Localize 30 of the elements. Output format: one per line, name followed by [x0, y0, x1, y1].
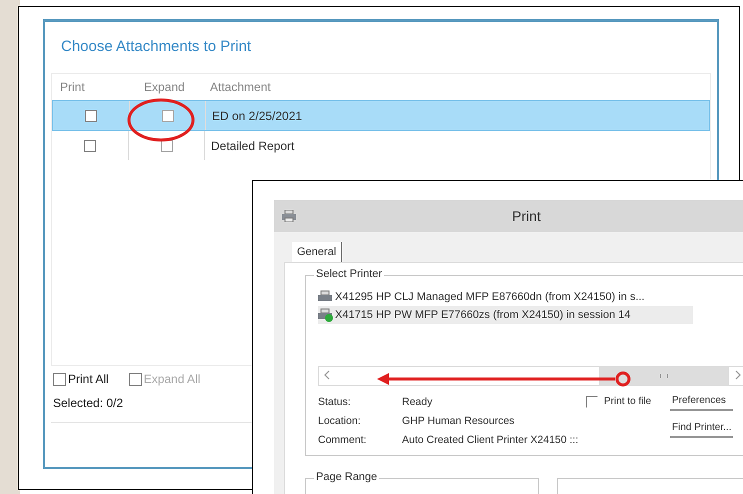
- print-checkbox[interactable]: [84, 140, 96, 152]
- horizontal-scrollbar[interactable]: [318, 366, 743, 386]
- table-row[interactable]: Detailed Report: [52, 131, 710, 160]
- group-label: Page Range: [314, 471, 380, 483]
- column-header: Print: [59, 80, 86, 94]
- expand-checkbox[interactable]: [162, 110, 174, 122]
- field-value: Ready: [402, 396, 432, 408]
- checkbox-option[interactable]: Print All: [53, 372, 109, 386]
- field-value: Auto Created Client Printer X24150 :::: [402, 434, 578, 446]
- dialog-title: Choose Attachments to Print: [60, 37, 252, 57]
- window-title: Print: [512, 208, 541, 224]
- circle-annotation: [126, 97, 196, 143]
- checkbox-label: Print to file: [604, 396, 652, 407]
- field-label: Status:: [318, 396, 352, 408]
- printer-list[interactable]: X41295 HP CLJ Managed MFP E87660dn (from X24150) in s... X41715 HP PW MFP E77660zs (from X24150) in session 14: [318, 288, 743, 386]
- print-checkbox[interactable]: [85, 110, 97, 122]
- printer-item[interactable]: X41715 HP PW MFP E77660zs (from X24150) in session 14: [318, 306, 693, 324]
- tab[interactable]: General: [292, 242, 342, 262]
- selected-count: Selected: 0/2: [53, 396, 124, 410]
- field-value: GHP Human Resources: [402, 414, 514, 426]
- printer-item[interactable]: X41295 HP CLJ Managed MFP E87660dn (from X24150) in s...: [318, 288, 693, 306]
- attachment-name: ED on 2/25/2021: [212, 108, 302, 122]
- column-header: Expand: [143, 80, 186, 94]
- printer-icon: [282, 210, 296, 222]
- attachment-name: Detailed Report: [211, 138, 294, 152]
- group-label: Select Printer: [314, 268, 384, 280]
- column-header: Attachment: [209, 80, 272, 94]
- field-label: Comment:: [318, 434, 368, 446]
- field-label: Location:: [318, 414, 362, 426]
- table-row[interactable]: ED on 2/25/2021: [52, 100, 710, 131]
